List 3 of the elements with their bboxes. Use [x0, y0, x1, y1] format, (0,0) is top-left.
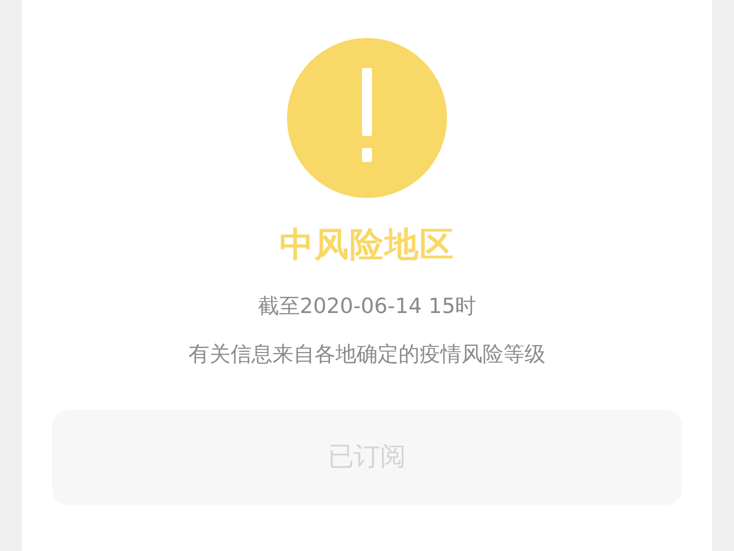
info-source-text: 有关信息来自各地确定的疫情风险等级: [188, 340, 546, 368]
update-time-text: 截至2020-06-14 15时: [258, 293, 476, 320]
risk-level-title: 中风险地区: [280, 224, 454, 267]
